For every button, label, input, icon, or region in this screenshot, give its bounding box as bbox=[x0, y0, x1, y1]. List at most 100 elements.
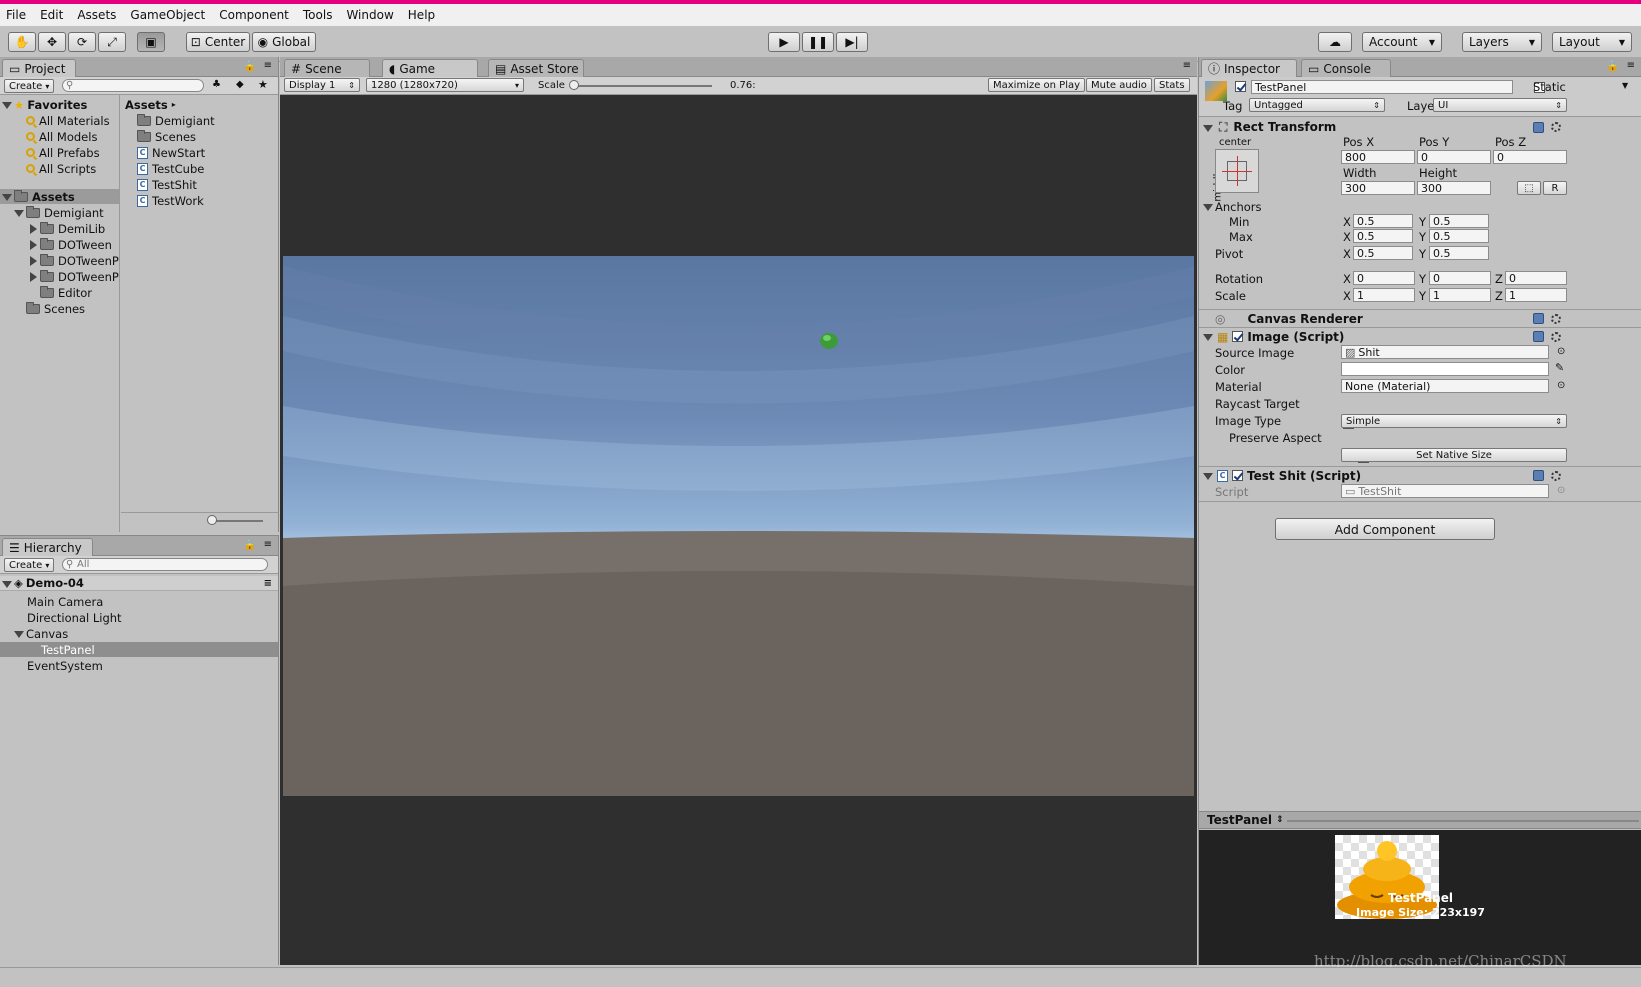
project-search-input[interactable]: ⚲ bbox=[62, 79, 204, 92]
menu-help[interactable]: Help bbox=[402, 8, 443, 22]
panel-menu-icon[interactable]: ≡ bbox=[1183, 60, 1191, 71]
tree-folder-item[interactable]: DOTweenP bbox=[28, 253, 119, 268]
tree-folder-item[interactable]: DOTweenP bbox=[28, 269, 119, 284]
step-button[interactable]: ▶| bbox=[836, 32, 868, 52]
lock-icon[interactable]: 🔒 bbox=[244, 61, 256, 72]
scale-slider-thumb[interactable] bbox=[569, 80, 579, 90]
move-tool-button[interactable]: ✥ bbox=[38, 32, 66, 52]
hierarchy-item[interactable]: EventSystem bbox=[27, 658, 103, 673]
hierarchy-item[interactable]: Main Camera bbox=[27, 594, 103, 609]
resolution-dropdown[interactable]: 1280 (1280x720) ▾ bbox=[366, 78, 524, 92]
menu-file[interactable]: File bbox=[0, 8, 34, 22]
tree-folder-item[interactable]: DOTween bbox=[28, 237, 112, 252]
rect-transform-header[interactable]: ⛶ Rect Transform bbox=[1199, 118, 1641, 136]
layout-dropdown[interactable]: Layout ▼ bbox=[1552, 32, 1632, 52]
tab-scene[interactable]: # Scene bbox=[284, 59, 370, 77]
assets-root-item[interactable]: Assets bbox=[0, 189, 119, 204]
pivot-global-button[interactable]: ◉ Global bbox=[252, 32, 316, 52]
menu-tools[interactable]: Tools bbox=[297, 8, 341, 22]
scale-z-field[interactable]: 1 bbox=[1505, 288, 1567, 302]
file-item[interactable]: C TestCube bbox=[137, 161, 204, 176]
add-component-button[interactable]: Add Component bbox=[1275, 518, 1495, 540]
image-script-header[interactable]: ▦ Image (Script) bbox=[1199, 327, 1641, 345]
settings-gear-icon[interactable] bbox=[1551, 122, 1561, 132]
material-field[interactable]: None (Material) bbox=[1341, 379, 1549, 393]
set-native-size-button[interactable]: Set Native Size bbox=[1341, 448, 1567, 462]
favorites-header[interactable]: ★ Favorites bbox=[2, 97, 87, 112]
anchor-min-y-field[interactable]: 0.5 bbox=[1429, 214, 1489, 228]
favorite-star-icon[interactable]: ★ bbox=[258, 78, 268, 91]
color-field[interactable] bbox=[1341, 362, 1549, 376]
settings-gear-icon[interactable] bbox=[1551, 313, 1561, 324]
raw-edit-button[interactable]: R bbox=[1543, 181, 1567, 195]
static-dropdown-arrow-icon[interactable]: ▼ bbox=[1622, 81, 1628, 90]
source-image-field[interactable]: ▨ Shit bbox=[1341, 345, 1549, 359]
rotation-y-field[interactable]: 0 bbox=[1429, 271, 1491, 285]
image-enabled-checkbox[interactable] bbox=[1232, 331, 1244, 342]
favorite-item[interactable]: All Prefabs bbox=[26, 145, 100, 160]
hierarchy-item-selected[interactable]: TestPanel bbox=[0, 642, 278, 657]
pivot-center-button[interactable]: ⊡ Center bbox=[186, 32, 250, 52]
preview-header[interactable]: TestPanel ⇕ bbox=[1199, 811, 1641, 829]
tree-folder-item[interactable]: Demigiant bbox=[14, 205, 104, 220]
pause-button[interactable]: ❚❚ bbox=[802, 32, 834, 52]
anchor-min-x-field[interactable]: 0.5 bbox=[1353, 214, 1413, 228]
cloud-button[interactable]: ☁ bbox=[1318, 32, 1352, 52]
file-item[interactable]: Scenes bbox=[137, 129, 196, 144]
script-enabled-checkbox[interactable] bbox=[1232, 470, 1243, 481]
maximize-on-play-toggle[interactable]: Maximize on Play bbox=[988, 78, 1086, 92]
tab-game[interactable]: ◖ Game bbox=[382, 59, 478, 77]
tree-folder-item[interactable]: Editor bbox=[40, 285, 92, 300]
tab-hierarchy[interactable]: ☰ Hierarchy bbox=[2, 538, 93, 556]
width-field[interactable]: 300 bbox=[1341, 181, 1415, 195]
filter-label-icon[interactable]: ◆ bbox=[236, 79, 244, 90]
lock-icon[interactable]: 🔒 bbox=[244, 540, 256, 551]
icon-size-slider[interactable] bbox=[209, 520, 263, 522]
anchor-max-x-field[interactable]: 0.5 bbox=[1353, 229, 1413, 243]
scene-menu-icon[interactable]: ≡ bbox=[264, 578, 272, 589]
blueprint-mode-button[interactable]: ⬚ bbox=[1517, 181, 1541, 195]
settings-gear-icon[interactable] bbox=[1551, 470, 1561, 481]
file-item[interactable]: C NewStart bbox=[137, 145, 205, 160]
pos-x-field[interactable]: 800 bbox=[1341, 150, 1415, 164]
lock-icon[interactable]: 🔒 bbox=[1607, 61, 1619, 72]
slider-thumb[interactable] bbox=[207, 515, 217, 525]
scale-tool-button[interactable]: ⤢ bbox=[98, 32, 126, 52]
account-dropdown[interactable]: Account ▼ bbox=[1362, 32, 1442, 52]
tag-dropdown[interactable]: Untagged ⇕ bbox=[1249, 98, 1385, 112]
object-name-field[interactable]: TestPanel bbox=[1251, 80, 1513, 94]
favorite-item[interactable]: All Scripts bbox=[26, 161, 96, 176]
panel-menu-icon[interactable]: ≡ bbox=[264, 60, 272, 71]
active-checkbox[interactable] bbox=[1235, 81, 1246, 92]
menu-component[interactable]: Component bbox=[213, 8, 297, 22]
menu-gameobject[interactable]: GameObject bbox=[124, 8, 213, 22]
hierarchy-create-dropdown[interactable]: Create ▾ bbox=[4, 558, 55, 572]
anchor-max-y-field[interactable]: 0.5 bbox=[1429, 229, 1489, 243]
pivot-x-field[interactable]: 0.5 bbox=[1353, 246, 1413, 260]
hierarchy-item[interactable]: Canvas bbox=[14, 626, 68, 641]
menu-window[interactable]: Window bbox=[340, 8, 401, 22]
hand-tool-button[interactable]: ✋ bbox=[8, 32, 36, 52]
stats-toggle[interactable]: Stats bbox=[1154, 78, 1190, 92]
image-type-dropdown[interactable]: Simple ⇕ bbox=[1341, 414, 1567, 428]
file-item[interactable]: Demigiant bbox=[137, 113, 215, 128]
pos-z-field[interactable]: 0 bbox=[1493, 150, 1567, 164]
project-create-dropdown[interactable]: Create ▾ bbox=[4, 79, 55, 93]
tab-asset-store[interactable]: ▤ Asset Store bbox=[488, 59, 584, 77]
anchors-foldout[interactable]: Anchors bbox=[1203, 199, 1262, 214]
help-book-icon[interactable] bbox=[1533, 121, 1544, 133]
rect-tool-button[interactable]: ▣ bbox=[137, 32, 165, 52]
tab-console[interactable]: ▭ Console bbox=[1301, 59, 1391, 77]
file-item[interactable]: C TestWork bbox=[137, 193, 204, 208]
filter-type-icon[interactable]: ♣ bbox=[212, 79, 221, 90]
help-book-icon[interactable] bbox=[1533, 470, 1544, 481]
settings-gear-icon[interactable] bbox=[1551, 331, 1561, 342]
layer-dropdown[interactable]: UI ⇕ bbox=[1433, 98, 1567, 112]
display-dropdown[interactable]: Display 1 ⇕ bbox=[284, 78, 360, 92]
mute-audio-toggle[interactable]: Mute audio bbox=[1086, 78, 1152, 92]
help-book-icon[interactable] bbox=[1533, 331, 1544, 342]
height-field[interactable]: 300 bbox=[1417, 181, 1491, 195]
object-picker-icon[interactable]: ⊙ bbox=[1557, 380, 1565, 391]
layers-dropdown[interactable]: Layers ▼ bbox=[1462, 32, 1542, 52]
hierarchy-search-input[interactable]: ⚲ All bbox=[62, 558, 268, 571]
